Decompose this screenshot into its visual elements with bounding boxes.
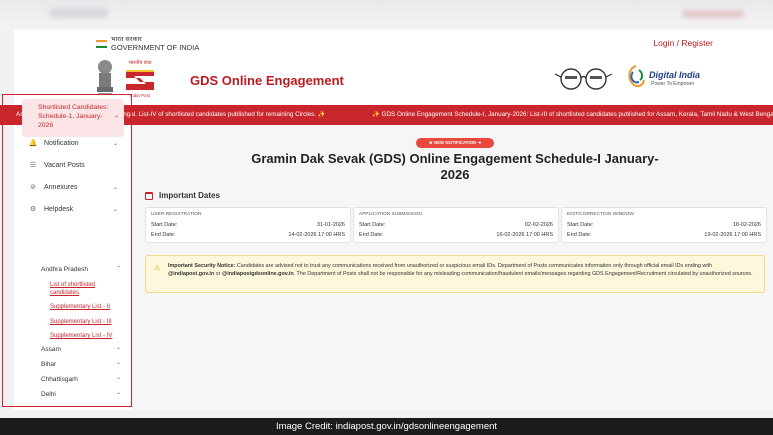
chevron-down-icon: ⌄ <box>116 345 122 351</box>
region-bihar[interactable]: Bihar <box>41 361 56 368</box>
notice-text: . The Department of Posts shall not be r… <box>293 271 753 277</box>
ticker-item: ✨ GDS Online Engagement Schedule-I, Janu… <box>372 111 773 118</box>
chevron-down-icon: ⌄ <box>116 390 122 396</box>
swachh-bharat-glasses-icon <box>554 68 613 90</box>
india-flag-icon <box>96 40 107 48</box>
notice-email: @indiapostgdsonline.gov.in <box>221 271 294 277</box>
sidebar-item-shortlisted-label: Shortlisted Candidates: Schedule-1, Janu… <box>38 104 109 129</box>
security-notice: ⚠ Important Security Notice: Candidates … <box>145 255 765 293</box>
chevron-down-icon: ⌄ <box>116 375 122 381</box>
notice-label: Important Security Notice: <box>168 263 236 269</box>
start-date: 31-01-2026 <box>316 222 345 228</box>
chevron-down-icon: ⌄ <box>116 360 122 366</box>
region-assam[interactable]: Assam <box>41 346 61 353</box>
sublink-supplementary-iv[interactable]: Supplementary List - IV <box>50 332 120 340</box>
card-title: APPLICATION SUBMISSION <box>359 212 422 217</box>
browser-strip <box>0 0 773 30</box>
notice-text: or <box>214 271 222 277</box>
date-card-application-submission: APPLICATION SUBMISSION Start Date: 02-02-… <box>353 207 559 243</box>
post-logo-text: India Post <box>130 93 151 98</box>
blurred-link <box>682 10 744 18</box>
sublink-shortlisted-list[interactable]: List of shortlisted candidates <box>50 281 120 297</box>
government-of-india: भारत सरकार GOVERNMENT OF INDIA <box>96 36 199 52</box>
calendar-icon <box>145 191 153 200</box>
start-label: Start Date: <box>151 222 178 228</box>
region-chhattisgarh[interactable]: Chhattisgarh <box>41 376 78 383</box>
sublink-supplementary-iii[interactable]: Supplementary List - III <box>50 318 120 326</box>
goi-english: GOVERNMENT OF INDIA <box>111 43 200 52</box>
region-andhra-pradesh[interactable]: Andhra Pradesh <box>41 266 88 273</box>
end-label: End Date: <box>151 232 176 238</box>
card-title: USER REGISTRATION <box>151 212 202 217</box>
digital-india-tagline: Power To Empower <box>651 81 695 87</box>
region-delhi[interactable]: Delhi <box>41 391 56 398</box>
start-label: Start Date: <box>567 222 594 228</box>
digital-india-swirl-icon <box>628 64 646 88</box>
date-card-edit-correction: EDIT/CORRECTION WINDOW Start Date: 18-02-… <box>561 207 767 243</box>
notice-text: Candidates are advised not to trust any … <box>235 263 713 269</box>
important-dates-label: Important Dates <box>159 191 220 200</box>
notice-email: @indiapost.gov.in <box>168 271 215 277</box>
digital-india-text: Digital India <box>649 70 701 80</box>
login-register-link[interactable]: Login / Register <box>653 38 713 48</box>
highlight-box <box>2 94 132 407</box>
end-date: 14-02-2026 17:00 HRS <box>288 232 345 238</box>
start-date: 18-02-2026 <box>732 222 761 228</box>
site-title: GDS Online Engagement <box>190 73 344 88</box>
digital-india-logo: Digital India Power To Empower <box>625 62 705 96</box>
start-label: Start Date: <box>359 222 386 228</box>
end-date: 16-02-2026 17:00 HRS <box>496 232 553 238</box>
end-date: 19-02-2026 17:00 HRS <box>704 232 761 238</box>
national-emblem-icon <box>97 60 113 95</box>
card-title: EDIT/CORRECTION WINDOW <box>567 212 634 217</box>
start-date: 02-02-2026 <box>524 222 553 228</box>
warning-icon: ⚠ <box>154 265 161 272</box>
end-label: End Date: <box>567 232 592 238</box>
important-dates-heading: Important Dates <box>145 191 220 200</box>
chevron-up-icon: ⌃ <box>116 266 122 272</box>
blurred-logo <box>50 8 108 18</box>
new-notification-badge[interactable]: ★ NEW NOTIFICATION ➜ <box>416 138 494 148</box>
sublink-supplementary-ii[interactable]: Supplementary List - II <box>50 303 120 311</box>
page: भारत सरकार GOVERNMENT OF INDIA Login / R… <box>0 0 773 435</box>
page-title: Gramin Dak Sevak (GDS) Online Engagement… <box>251 151 659 182</box>
image-credit: Image Credit: indiapost.gov.in/gdsonline… <box>0 418 773 435</box>
date-card-user-registration: USER REGISTRATION Start Date: 31-01-2026 … <box>145 207 351 243</box>
end-label: End Date: <box>359 232 384 238</box>
chevron-up-icon: ⌃ <box>114 116 120 122</box>
svg-text:भारतीय डाक: भारतीय डाक <box>128 59 151 66</box>
